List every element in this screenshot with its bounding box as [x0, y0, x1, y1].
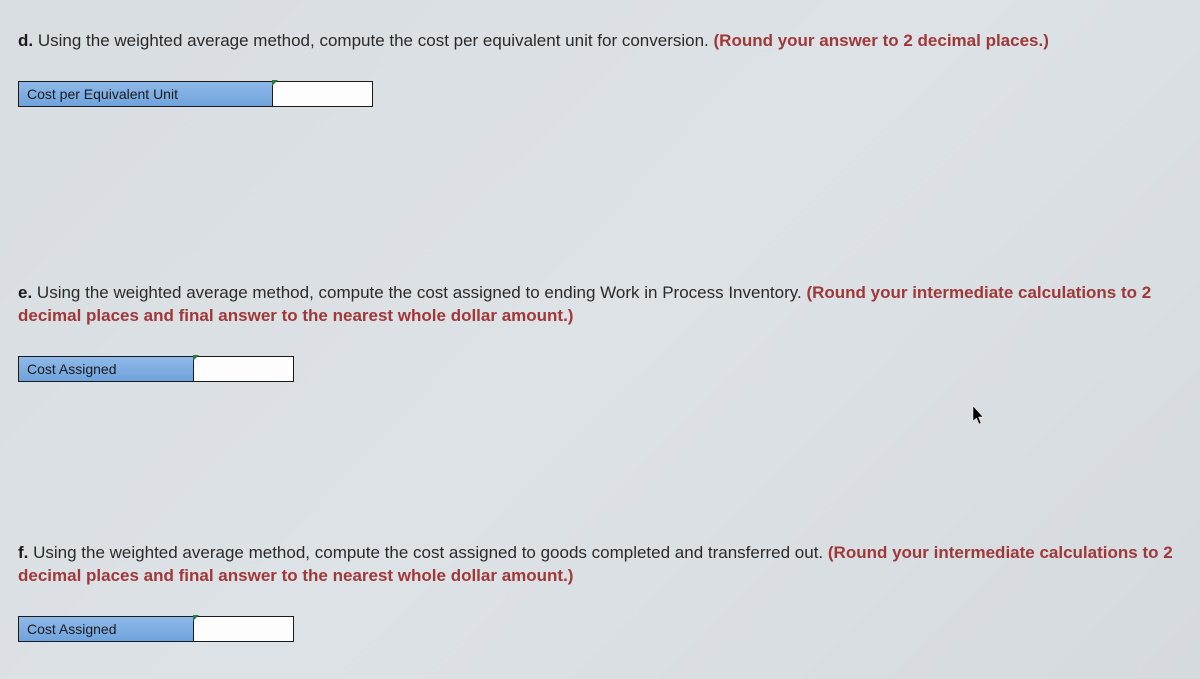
answer-row-f: Cost Assigned	[18, 616, 1182, 642]
question-f-text: f. Using the weighted average method, co…	[18, 542, 1182, 588]
question-e-text: e. Using the weighted average method, co…	[18, 282, 1182, 328]
cost-assigned-transferred-out-input[interactable]	[194, 616, 294, 642]
answer-label-d: Cost per Equivalent Unit	[18, 81, 273, 107]
question-f-label: f.	[18, 543, 28, 562]
spacer	[18, 132, 1182, 282]
answer-label-e: Cost Assigned	[18, 356, 194, 382]
spacer	[18, 407, 1182, 542]
question-e: e. Using the weighted average method, co…	[18, 282, 1182, 382]
question-d: d. Using the weighted average method, co…	[18, 30, 1182, 107]
question-d-instruction: (Round your answer to 2 decimal places.)	[714, 31, 1049, 50]
cost-per-equivalent-unit-input[interactable]	[273, 81, 373, 107]
input-wrap-f	[194, 616, 294, 642]
answer-label-f: Cost Assigned	[18, 616, 194, 642]
question-e-body: Using the weighted average method, compu…	[32, 283, 806, 302]
input-wrap-e	[194, 356, 294, 382]
question-d-label: d.	[18, 31, 33, 50]
question-f-body: Using the weighted average method, compu…	[28, 543, 828, 562]
answer-row-d: Cost per Equivalent Unit	[18, 81, 1182, 107]
answer-row-e: Cost Assigned	[18, 356, 1182, 382]
question-f: f. Using the weighted average method, co…	[18, 542, 1182, 642]
question-e-label: e.	[18, 283, 32, 302]
cost-assigned-ending-wip-input[interactable]	[194, 356, 294, 382]
input-wrap-d	[273, 81, 373, 107]
question-d-body: Using the weighted average method, compu…	[33, 31, 713, 50]
question-d-text: d. Using the weighted average method, co…	[18, 30, 1182, 53]
